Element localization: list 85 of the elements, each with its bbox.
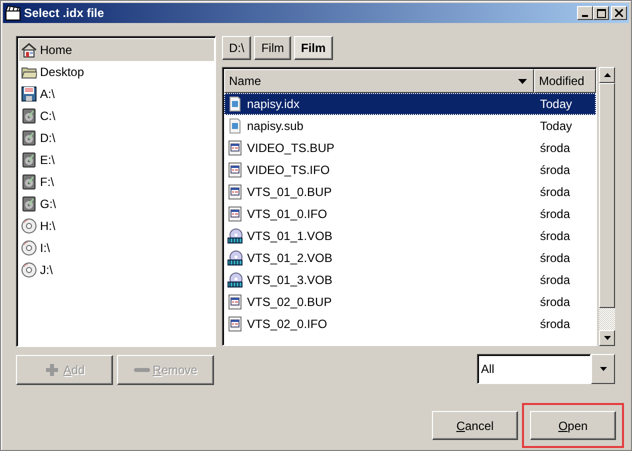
file-date: środa	[540, 141, 572, 155]
scroll-thumb[interactable]	[599, 83, 615, 308]
disc-icon	[21, 262, 37, 278]
window-file-icon	[227, 184, 243, 200]
window-file-icon	[227, 294, 243, 310]
file-date: środa	[540, 207, 572, 221]
scroll-up-button[interactable]	[599, 67, 615, 83]
file-row[interactable]: napisy.idx Today	[224, 93, 596, 115]
minimize-button[interactable]	[577, 6, 593, 20]
sort-arrow-icon	[518, 78, 527, 84]
clapperboard-icon	[5, 5, 21, 21]
file-name: VTS_01_0.IFO	[247, 207, 328, 221]
path-button[interactable]: Film	[254, 36, 292, 60]
up-arrow-icon	[604, 73, 610, 77]
window-title: Select .idx file	[24, 6, 106, 20]
place-item[interactable]: F:\	[19, 171, 214, 193]
file-row[interactable]: VTS_01_2.VOB środa	[224, 247, 596, 269]
file-name: VTS_01_0.BUP	[247, 185, 333, 199]
filter-value: All	[477, 354, 591, 384]
file-date: środa	[540, 273, 572, 287]
maximize-button[interactable]	[593, 6, 609, 20]
scrollbar[interactable]	[599, 67, 615, 346]
file-name: VTS_01_2.VOB	[247, 251, 334, 265]
file-row[interactable]: VIDEO_TS.BUP środa	[224, 137, 596, 159]
scroll-down-button[interactable]	[599, 330, 615, 346]
file-row[interactable]: VTS_01_0.IFO środa	[224, 203, 596, 225]
file-row[interactable]: VTS_01_3.VOB środa	[224, 269, 596, 291]
file-date: Today	[540, 97, 574, 111]
close-button[interactable]	[611, 6, 627, 20]
window-file-icon	[227, 140, 243, 156]
film-disc-icon	[227, 272, 243, 288]
column-header[interactable]: Name	[224, 69, 534, 93]
close-icon	[615, 9, 623, 17]
place-item[interactable]: E:\	[19, 149, 214, 171]
window-file-icon	[227, 316, 243, 332]
place-item[interactable]: I:\	[19, 237, 214, 259]
document-icon	[227, 118, 243, 134]
place-item[interactable]: Desktop	[19, 61, 214, 83]
file-date: Today	[540, 119, 574, 133]
path-button[interactable]: Film	[294, 36, 333, 60]
file-date: środa	[540, 163, 572, 177]
file-date: środa	[540, 185, 572, 199]
column-header[interactable]: Modified	[534, 69, 596, 93]
place-item[interactable]: H:\	[19, 215, 214, 237]
dialog-button[interactable]: Cancel	[432, 411, 518, 440]
file-name: VIDEO_TS.IFO	[247, 163, 331, 177]
place-item[interactable]: D:\	[19, 127, 214, 149]
disc-icon	[21, 240, 37, 256]
file-name: VTS_02_0.IFO	[247, 317, 328, 331]
window-file-icon	[227, 162, 243, 178]
caret-icon	[600, 367, 606, 371]
file-date: środa	[540, 251, 572, 265]
dialog-button[interactable]: Open	[530, 411, 616, 440]
disc-icon	[21, 218, 37, 234]
file-row[interactable]: VIDEO_TS.IFO środa	[224, 159, 596, 181]
down-arrow-icon	[604, 336, 610, 340]
file-name: napisy.idx	[247, 97, 300, 111]
file-row[interactable]: VTS_02_0.BUP środa	[224, 291, 596, 313]
plus-icon	[44, 362, 60, 378]
file-date: środa	[540, 317, 572, 331]
file-name: VIDEO_TS.BUP	[247, 141, 336, 155]
file-row[interactable]: VTS_02_0.IFO środa	[224, 313, 596, 335]
place-item[interactable]: C:\	[19, 105, 214, 127]
film-disc-icon	[227, 250, 243, 266]
place-item[interactable]: J:\	[19, 259, 214, 281]
path-button[interactable]: D:\	[222, 36, 252, 60]
filter-dropdown[interactable]: All	[477, 354, 615, 384]
film-disc-icon	[227, 228, 243, 244]
file-name: napisy.sub	[247, 119, 304, 133]
file-date: środa	[540, 295, 572, 309]
place-item[interactable]: Home	[19, 39, 214, 61]
file-row[interactable]: VTS_01_0.BUP środa	[224, 181, 596, 203]
house-icon	[21, 42, 37, 58]
file-name: VTS_01_3.VOB	[247, 273, 334, 287]
file-row[interactable]: VTS_01_1.VOB środa	[224, 225, 596, 247]
document-icon	[227, 96, 243, 112]
maximize-icon	[596, 8, 606, 18]
file-name: VTS_02_0.BUP	[247, 295, 333, 309]
place-item[interactable]: G:\	[19, 193, 214, 215]
place-item[interactable]: A:\	[19, 83, 214, 105]
file-date: środa	[540, 229, 572, 243]
file-row[interactable]: napisy.sub Today	[224, 115, 596, 137]
dropdown-button[interactable]	[591, 354, 615, 384]
window-file-icon	[227, 206, 243, 222]
file-name: VTS_01_1.VOB	[247, 229, 334, 243]
